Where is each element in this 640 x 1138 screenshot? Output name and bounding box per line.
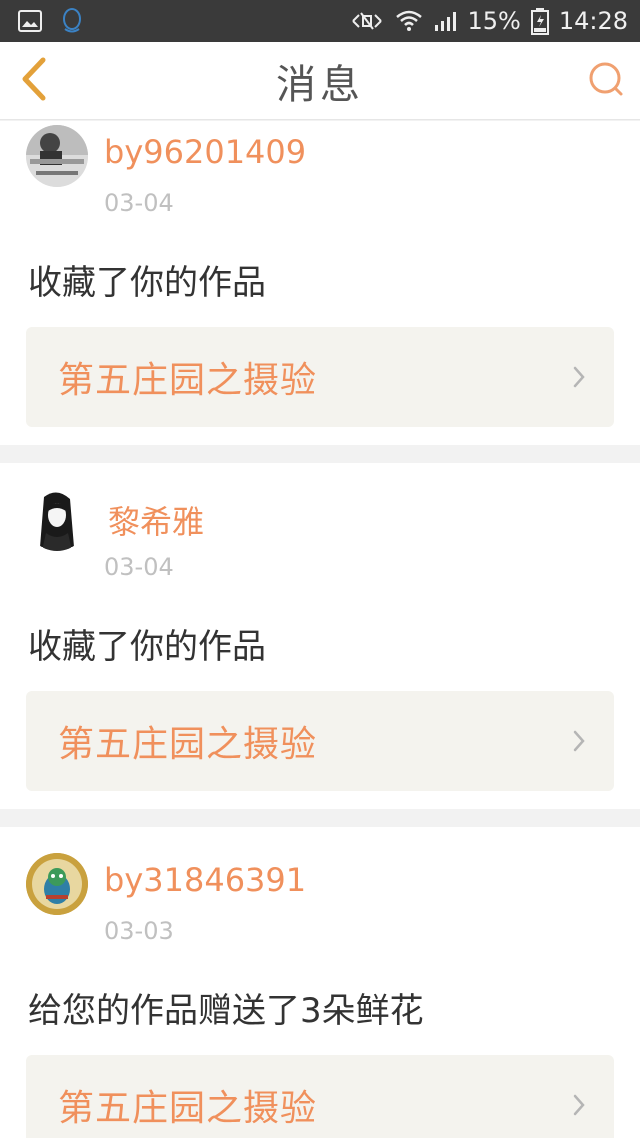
notification-date: 03-03 <box>104 917 174 945</box>
chevron-right-icon <box>572 729 586 753</box>
notification-message: 收藏了你的作品 <box>28 627 266 667</box>
work-title: 第五庄园之摄验 <box>58 360 318 401</box>
signal-icon <box>433 10 457 32</box>
avatar[interactable] <box>26 489 88 551</box>
status-right: 15% 14:28 <box>349 7 628 35</box>
notification-feed: by96201409 03-04 收藏了你的作品 第五庄园之摄验 黎希雅 03-… <box>0 121 640 1138</box>
username[interactable]: by31846391 <box>104 861 306 899</box>
app-header: 消息 <box>0 42 640 120</box>
battery-icon <box>530 7 549 35</box>
username[interactable]: 黎希雅 <box>108 497 204 543</box>
search-button[interactable] <box>586 61 626 101</box>
work-title: 第五庄园之摄验 <box>58 1088 318 1129</box>
avatar[interactable] <box>26 853 88 915</box>
mute-icon <box>349 10 385 32</box>
work-title: 第五庄园之摄验 <box>58 724 318 765</box>
notification-card: by31846391 03-03 给您的作品赠送了3朵鲜花 第五庄园之摄验 <box>0 827 640 1138</box>
page-title: 消息 <box>276 61 364 108</box>
wifi-icon <box>395 9 423 33</box>
avatar[interactable] <box>26 125 88 187</box>
battery-percent: 15% <box>467 7 521 35</box>
work-link[interactable]: 第五庄园之摄验 <box>26 1055 614 1138</box>
status-bar: 15% 14:28 <box>0 0 640 42</box>
notification-date: 03-04 <box>104 189 174 217</box>
notification-message: 给您的作品赠送了3朵鲜花 <box>28 991 424 1031</box>
username[interactable]: by96201409 <box>104 133 306 171</box>
notification-date: 03-04 <box>104 553 174 581</box>
chevron-right-icon <box>572 365 586 389</box>
notification-card: 黎希雅 03-04 收藏了你的作品 第五庄园之摄验 <box>0 463 640 809</box>
work-link[interactable]: 第五庄园之摄验 <box>26 327 614 427</box>
qq-icon <box>60 7 84 35</box>
work-link[interactable]: 第五庄园之摄验 <box>26 691 614 791</box>
status-left <box>18 7 84 35</box>
gallery-icon <box>18 10 42 32</box>
clock: 14:28 <box>558 7 628 35</box>
back-button[interactable] <box>14 56 54 106</box>
search-icon <box>588 61 624 101</box>
chevron-left-icon <box>19 56 49 106</box>
notification-message: 收藏了你的作品 <box>28 263 266 303</box>
chevron-right-icon <box>572 1093 586 1117</box>
notification-card: by96201409 03-04 收藏了你的作品 第五庄园之摄验 <box>0 121 640 445</box>
